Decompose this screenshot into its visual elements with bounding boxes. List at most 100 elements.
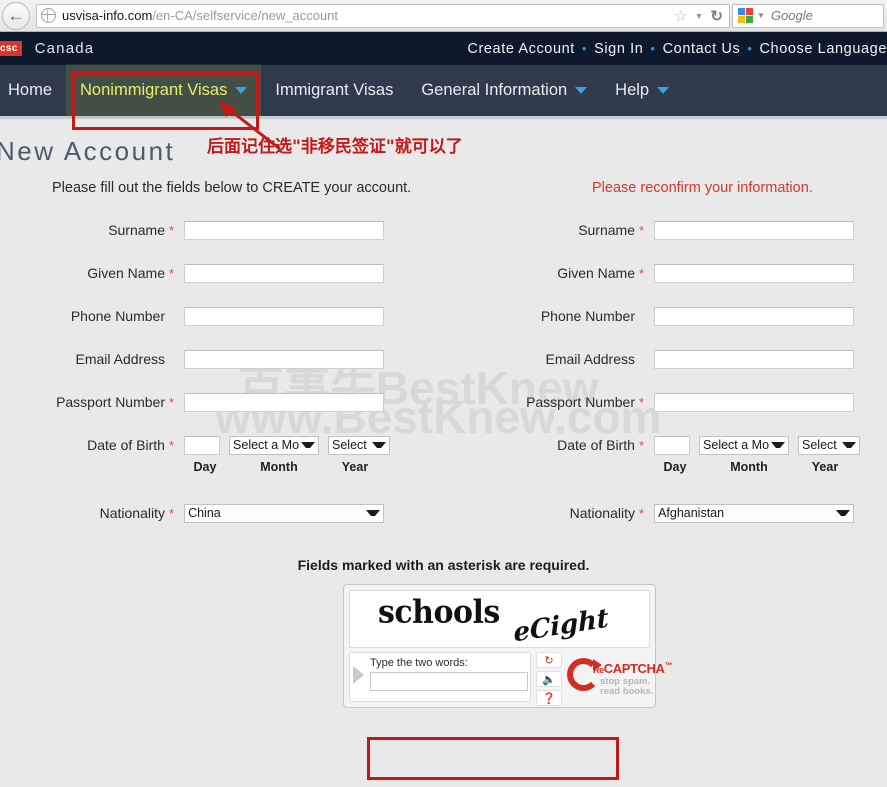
nationality-value: Afghanistan [658, 506, 725, 520]
chevron-down-icon [836, 510, 851, 516]
top-link-contact-us[interactable]: Contact Us [663, 41, 741, 57]
surname-input-right[interactable] [654, 220, 855, 240]
field-row-nationality-right: Nationality * Afghanistan [510, 503, 887, 523]
speaker-icon[interactable]: 🔈 [536, 671, 562, 687]
chevron-down-icon [301, 442, 316, 448]
field-row-passport-left: Passport Number * [40, 392, 390, 412]
field-row-given-name-right: Given Name * [510, 263, 860, 283]
question-mark-icon[interactable]: ❓ [536, 690, 562, 706]
required-asterisk: * [638, 437, 645, 453]
dob-day-caption-left: Day [193, 460, 217, 474]
address-bar[interactable]: usvisa-info.com/en-CA/selfservice/new_ac… [36, 3, 730, 28]
field-row-surname-left: Surname * [40, 220, 390, 240]
field-label: Given Name [87, 265, 165, 281]
required-asterisk: * [169, 265, 175, 281]
field-row-email-left: Email Address * [40, 349, 390, 369]
email-address-input-right[interactable] [654, 349, 855, 369]
recaptcha-brand-name: CAPTCHA [603, 661, 665, 676]
top-link-choose-language[interactable]: Choose Language [759, 41, 887, 57]
chevron-down-icon[interactable]: ▼ [695, 11, 704, 21]
field-label: Surname [108, 222, 165, 238]
recaptcha-challenge-image: schools eCight [349, 590, 650, 648]
top-link-create-account[interactable]: Create Account [467, 41, 575, 57]
required-asterisk: * [639, 394, 645, 410]
dob-day-input-right[interactable] [654, 435, 691, 455]
recaptcha-widget: schools eCight Type the two words: ↻ 🔈 ❓… [343, 584, 672, 708]
top-links: Create Account • Sign In • Contact Us • … [467, 41, 887, 57]
nationality-value: China [188, 506, 221, 520]
field-row-given-name-left: Given Name * [40, 263, 390, 283]
link-separator: • [581, 41, 588, 56]
dob-month-select-right[interactable]: Select a Mo [699, 435, 790, 455]
site-top-bar: csc Canada Create Account • Sign In • Co… [0, 32, 887, 65]
main-navigation: Home Nonimmigrant Visas Immigrant Visas … [0, 63, 887, 119]
field-label: Email Address [545, 351, 635, 367]
dob-year-select-right[interactable]: Select [798, 435, 860, 455]
search-input[interactable]: ▼ Google [732, 3, 884, 28]
field-label: Date of Birth [87, 437, 165, 453]
dob-year-select-left[interactable]: Select [328, 435, 390, 455]
url-domain: usvisa-info.com [62, 8, 153, 23]
dob-year-caption-right: Year [811, 460, 839, 474]
reload-icon[interactable]: ↻ [710, 7, 723, 25]
annotation-chinese-note: 后面记住选"非移民签证"就可以了 [207, 137, 463, 157]
nav-item-help[interactable]: Help [601, 64, 683, 118]
pointer-arrow-icon [353, 666, 364, 684]
link-separator: • [747, 41, 753, 56]
chevron-down-icon [842, 442, 856, 448]
top-link-sign-in[interactable]: Sign In [594, 41, 643, 57]
required-asterisk: * [639, 265, 645, 281]
field-label: Email Address [75, 351, 165, 367]
nav-item-general-information[interactable]: General Information [407, 64, 601, 118]
field-label: Passport Number [526, 394, 635, 410]
nationality-select-left[interactable]: China [184, 503, 385, 523]
recaptcha-brand-tm: ™ [664, 661, 673, 670]
refresh-icon[interactable]: ↻ [536, 652, 562, 668]
right-column-heading: Please reconfirm your information. [592, 180, 813, 196]
dob-day-caption-right: Day [663, 460, 687, 474]
chevron-down-icon[interactable]: ▼ [757, 11, 765, 20]
asterisk-note: Fields marked with an asterisk are requi… [297, 557, 590, 573]
link-separator: • [650, 41, 656, 56]
phone-number-input-left[interactable] [184, 306, 385, 326]
dob-month-caption-right: Month [730, 460, 768, 474]
nav-item-home[interactable]: Home [0, 64, 66, 118]
dob-month-value: Select a Mo [703, 438, 770, 452]
dob-month-select-left[interactable]: Select a Mo [229, 435, 320, 455]
recaptcha-word-1: schools [378, 594, 500, 631]
recaptcha-word-2: eCight [512, 603, 610, 648]
field-row-phone-left: Phone Number * [40, 306, 390, 326]
given-name-input-right[interactable] [654, 263, 855, 283]
field-label: Nationality [99, 505, 165, 521]
phone-number-input-right[interactable] [654, 306, 855, 326]
recaptcha-brand-re: Re [593, 665, 604, 675]
given-name-input-left[interactable] [184, 263, 385, 283]
chevron-down-icon [235, 87, 248, 94]
nav-item-label: Immigrant Visas [275, 81, 394, 99]
required-asterisk: * [169, 394, 175, 410]
passport-number-input-right[interactable] [654, 392, 855, 412]
dob-day-input-left[interactable] [184, 435, 221, 455]
field-row-surname-right: Surname * [510, 220, 860, 240]
site-country-name: Canada [34, 40, 95, 57]
recaptcha-input[interactable] [370, 672, 528, 691]
field-label: Passport Number [56, 394, 165, 410]
field-label: Given Name [557, 265, 635, 281]
surname-input-left[interactable] [184, 220, 385, 240]
google-logo-icon [738, 7, 754, 24]
dob-month-value: Select a Mo [233, 438, 300, 452]
recaptcha-brand-text: ReCAPTCHA™ [593, 661, 672, 676]
passport-number-input-left[interactable] [184, 392, 385, 412]
dob-month-caption-left: Month [260, 460, 298, 474]
field-label: Phone Number [540, 308, 635, 324]
recaptcha-input-area: Type the two words: [349, 652, 531, 702]
field-label: Nationality [569, 505, 635, 521]
star-icon[interactable]: ☆ [674, 7, 687, 25]
dob-year-caption-left: Year [341, 460, 369, 474]
browser-toolbar: ← usvisa-info.com/en-CA/selfservice/new_… [0, 0, 887, 32]
nationality-select-right[interactable]: Afghanistan [654, 503, 855, 523]
email-address-input-left[interactable] [184, 349, 385, 369]
back-arrow-icon[interactable]: ← [2, 1, 30, 30]
page-body: 百事牛BestKnew www.BestKnew.com New Account… [0, 122, 887, 787]
left-column-heading: Please fill out the fields below to CREA… [52, 180, 412, 196]
